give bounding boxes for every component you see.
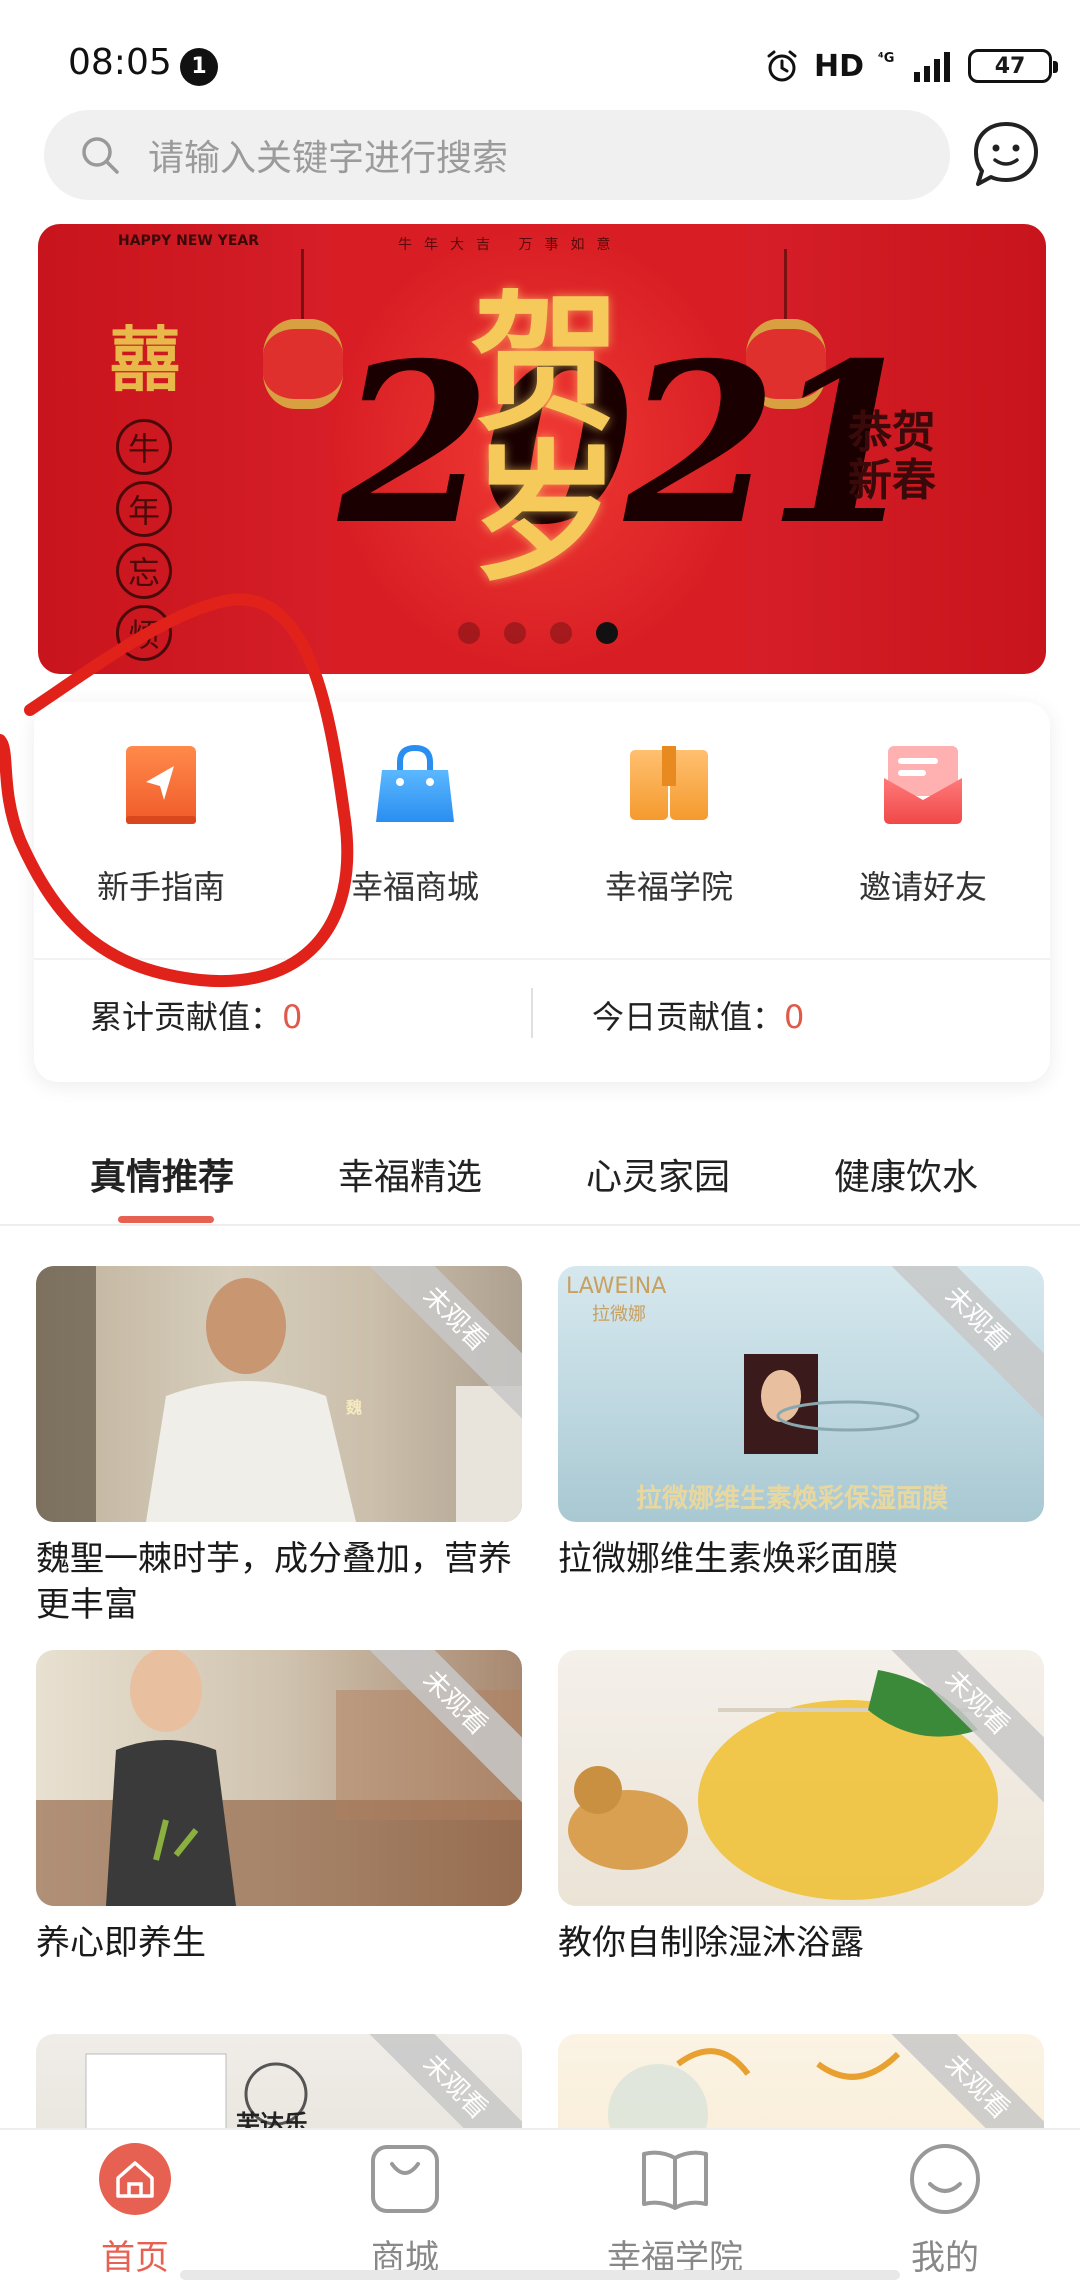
banner-top-text: 牛年大吉 万事如意: [398, 237, 623, 253]
nav-item-shop[interactable]: 商城: [270, 2130, 540, 2280]
menu-label-mall: 幸福商城: [350, 868, 479, 906]
video-thumbnail[interactable]: LAWEINA 拉微娜 拉微娜维生素焕彩保湿面膜 未观看: [558, 1266, 1044, 1522]
invite-envelope-icon: [884, 746, 962, 824]
banner-vertical-char: 年: [116, 481, 172, 537]
home-indicator[interactable]: [180, 2270, 900, 2280]
status-indicators: HD ⁴G 47: [764, 44, 1058, 88]
book-open-icon: [642, 2150, 708, 2210]
banner-vertical-char: 烦: [116, 605, 172, 661]
tab-selection[interactable]: 幸福精选: [338, 1148, 482, 1200]
shopping-bag-icon: [376, 744, 454, 822]
banner-vertical-char: 牛: [116, 419, 172, 475]
banner-pagination: [458, 622, 618, 644]
svg-text:⁴G: ⁴G: [878, 51, 894, 66]
today-contribution-value: 0: [784, 998, 805, 1036]
pagination-dot[interactable]: [550, 622, 572, 644]
quick-menu: 新手指南 幸福商城 幸福学院 邀请好友: [34, 740, 1050, 908]
signal-icon: ⁴G: [878, 51, 950, 82]
search-bar[interactable]: 请输入关键字进行搜索: [44, 110, 950, 200]
nav-label-home: 首页: [101, 2238, 169, 2278]
pagination-dot[interactable]: [458, 622, 480, 644]
nav-item-academy[interactable]: 幸福学院: [540, 2130, 810, 2280]
search-input[interactable]: 请输入关键字进行搜索: [148, 129, 508, 181]
menu-item-mall[interactable]: 幸福商城: [288, 740, 542, 908]
menu-label-guide: 新手指南: [96, 868, 225, 906]
tabs-divider: [0, 1224, 1080, 1226]
banner-main-chars: 贺岁: [445, 284, 621, 584]
guide-icon: [126, 746, 196, 824]
today-contribution: 今日贡献值：0: [592, 992, 804, 1038]
video-title[interactable]: 教你自制除湿沐浴露: [558, 1920, 1044, 1966]
home-icon: [99, 2143, 171, 2215]
tab-recommend[interactable]: 真情推荐: [90, 1148, 234, 1200]
tab-active-indicator: [118, 1216, 214, 1223]
menu-label-academy: 幸福学院: [604, 868, 733, 906]
profile-smile-icon: [910, 2144, 980, 2214]
video-thumbnail[interactable]: 魏 未观看: [36, 1266, 522, 1522]
pagination-dot[interactable]: [504, 622, 526, 644]
total-contribution: 累计贡献值：0: [90, 992, 302, 1038]
lantern-left: [263, 249, 343, 409]
thumbnail-caption: 拉微娜维生素焕彩保湿面膜: [636, 1484, 949, 1514]
notification-badge: 1: [180, 48, 218, 86]
video-card[interactable]: LAWEINA 拉微娜 拉微娜维生素焕彩保湿面膜 未观看 拉微娜维生素焕彩面膜: [558, 1266, 1044, 1582]
bottom-navigation: 首页 商城 幸福学院 我的: [0, 2128, 1080, 2280]
menu-item-academy[interactable]: 幸福学院: [542, 740, 796, 908]
nav-item-profile[interactable]: 我的: [810, 2130, 1080, 2280]
thumbnail-caption: 魏: [346, 1398, 363, 1417]
pagination-dot-active[interactable]: [596, 622, 618, 644]
message-icon[interactable]: [970, 118, 1042, 190]
search-icon: [82, 137, 119, 174]
quick-menu-card: 新手指南 幸福商城 幸福学院 邀请好友 累计贡献值：0 今日贡献值：0: [34, 702, 1050, 1082]
tab-healthy-water[interactable]: 健康饮水: [834, 1148, 978, 1200]
total-contribution-value: 0: [282, 998, 303, 1036]
video-thumbnail[interactable]: 未观看: [36, 1650, 522, 1906]
video-title[interactable]: 魏聖一棘时芋，成分叠加，营养更丰富: [36, 1536, 522, 1628]
status-time: 08:05: [68, 42, 172, 83]
promo-banner[interactable]: 牛年大吉 万事如意 HAPPY NEW YEAR 囍 牛 年 忘 烦 2021 …: [38, 224, 1046, 674]
video-card[interactable]: 未观看 养心即养生: [36, 1650, 522, 1966]
banner-greeting: 恭贺新春: [848, 407, 936, 506]
video-title[interactable]: 养心即养生: [36, 1920, 522, 1966]
network-hd-label: HD: [813, 48, 864, 84]
video-title[interactable]: 拉微娜维生素焕彩面膜: [558, 1536, 1044, 1582]
video-card[interactable]: 魏 未观看 魏聖一棘时芋，成分叠加，营养更丰富: [36, 1266, 522, 1628]
banner-vertical-char: 忘: [116, 543, 172, 599]
banner-vertical-text: 牛 年 忘 烦: [116, 419, 172, 661]
total-contribution-label: 累计贡献值：: [90, 998, 283, 1036]
alarm-icon: [767, 50, 797, 82]
banner-year: 2021: [338, 314, 920, 573]
menu-label-invite: 邀请好友: [858, 868, 987, 906]
video-thumbnail[interactable]: 未观看: [558, 1650, 1044, 1906]
banner-happy-text: HAPPY NEW YEAR: [118, 233, 259, 249]
nav-item-home[interactable]: 首页: [0, 2130, 270, 2280]
book-icon: [630, 746, 708, 820]
battery-level: 47: [994, 53, 1026, 79]
video-card[interactable]: 未观看 教你自制除湿沐浴露: [558, 1650, 1044, 1966]
contribution-separator: [531, 988, 533, 1038]
battery-indicator: 47: [968, 49, 1058, 83]
menu-divider: [34, 958, 1050, 960]
nav-label-profile: 我的: [911, 2238, 979, 2278]
menu-item-invite[interactable]: 邀请好友: [796, 740, 1050, 908]
menu-item-guide[interactable]: 新手指南: [34, 740, 288, 908]
category-tabs: 真情推荐 幸福精选 心灵家园 健康饮水: [0, 1130, 1080, 1226]
today-contribution-label: 今日贡献值：: [592, 998, 785, 1036]
banner-xi-text: 囍: [110, 319, 180, 401]
shop-icon: [371, 2145, 439, 2213]
tab-soul-home[interactable]: 心灵家园: [586, 1148, 730, 1200]
